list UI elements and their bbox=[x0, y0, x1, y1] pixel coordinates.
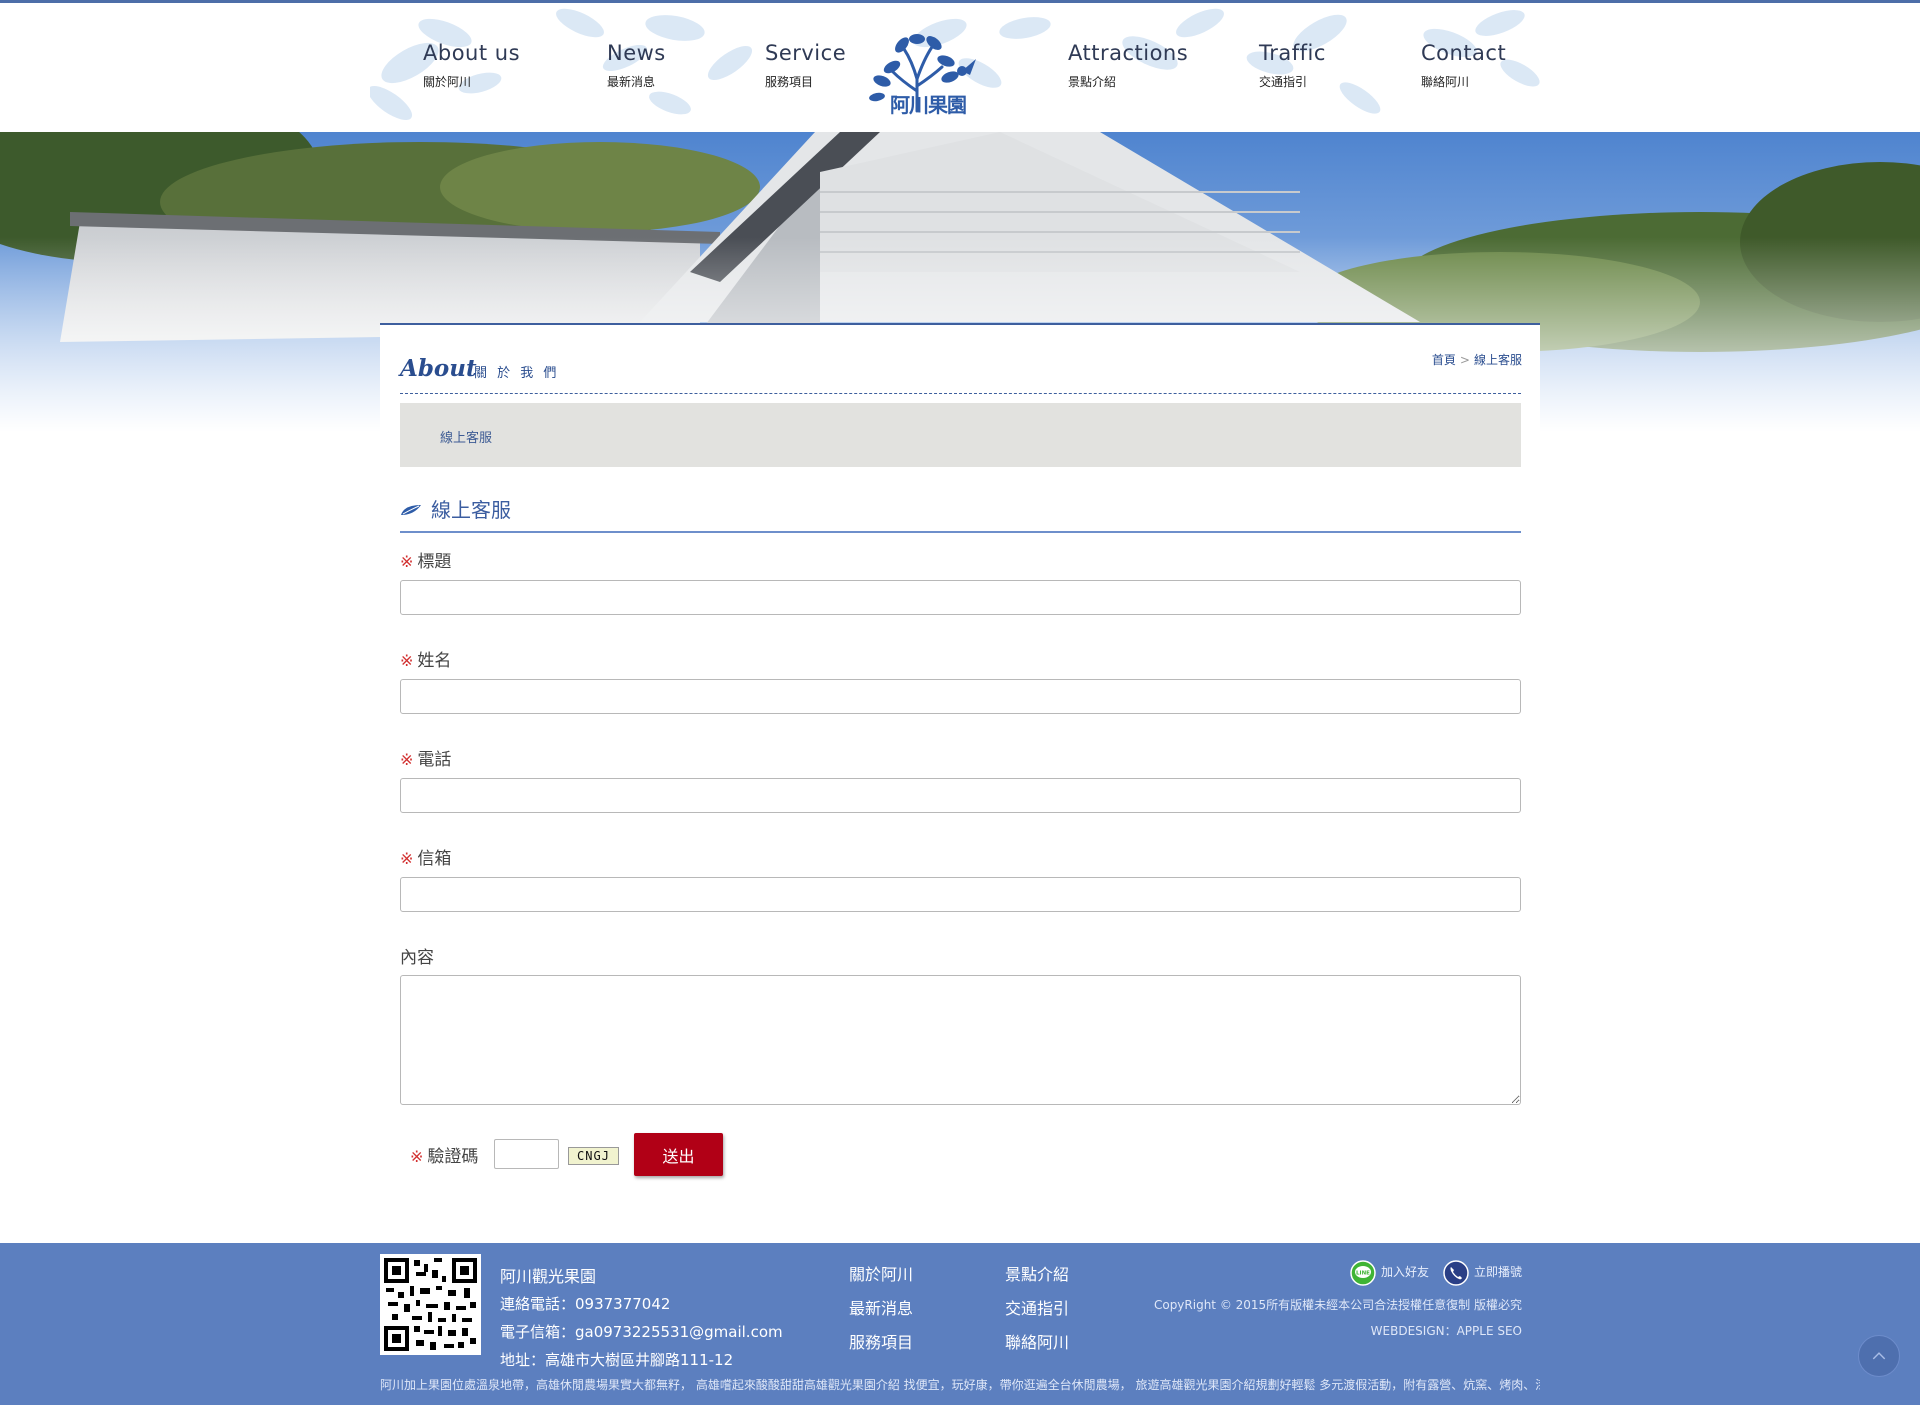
logo-text: 阿川果園 bbox=[890, 93, 967, 117]
email-label-text: 信箱 bbox=[417, 849, 452, 869]
webdesign-credit: WEBDESIGN：APPLE SEO bbox=[1370, 1324, 1522, 1338]
breadcrumb-current[interactable]: 線上客服 bbox=[1474, 353, 1522, 367]
captcha-input[interactable] bbox=[494, 1139, 559, 1169]
name-field-label: ※ 姓名 bbox=[400, 646, 451, 671]
captcha-row: ※ 驗證碼 CNGJ 送出 bbox=[410, 1133, 910, 1177]
nav-attractions-zh: 景點介紹 bbox=[1068, 75, 1117, 89]
nav-about-zh: 關於阿川 bbox=[423, 75, 472, 89]
leaf-icon bbox=[401, 505, 421, 515]
dashed-divider bbox=[400, 393, 1521, 394]
phone-label-text: 電話 bbox=[417, 750, 452, 770]
required-mark: ※ bbox=[410, 1147, 424, 1166]
nav-contact[interactable]: Contact 聯絡阿川 bbox=[1421, 41, 1561, 90]
footer-email: 電子信箱：ga0973225531@gmail.com bbox=[500, 1323, 783, 1341]
footer-marquee-text: 阿川加上果園位處溫泉地帶，高雄休閒農場果實大都無籽， 高雄嚐起來酸酸甜甜高雄觀光… bbox=[380, 1378, 1540, 1392]
breadcrumb: 首頁 > 線上客服 bbox=[1432, 351, 1522, 368]
captcha-image[interactable]: CNGJ bbox=[568, 1147, 619, 1165]
nav-traffic-en: Traffic bbox=[1259, 41, 1326, 65]
required-mark: ※ bbox=[400, 750, 414, 769]
call-now-label[interactable]: 立即播號 bbox=[1474, 1263, 1522, 1280]
nav-traffic-zh: 交通指引 bbox=[1259, 75, 1308, 89]
copyright-text: CopyRight © 2015所有版權未經本公司合法授權任意復制 版權必究 bbox=[1153, 1298, 1522, 1312]
footer-company-name: 阿川觀光果園 bbox=[500, 1267, 597, 1286]
name-label-text: 姓名 bbox=[417, 651, 452, 671]
nav-attractions-en: Attractions bbox=[1068, 41, 1189, 65]
section-title-en: About bbox=[400, 355, 477, 382]
breadcrumb-home[interactable]: 首頁 bbox=[1432, 353, 1456, 367]
section-title-zh: 關 於 我 們 bbox=[474, 366, 560, 381]
nav-contact-en: Contact bbox=[1421, 41, 1507, 65]
line-icon[interactable]: LINE bbox=[1350, 1260, 1376, 1286]
captcha-label-text: 驗證碼 bbox=[427, 1147, 479, 1167]
nav-about-en: About us bbox=[423, 41, 521, 65]
footer-link-contact[interactable]: 聯絡阿川 bbox=[1005, 1329, 1069, 1353]
phone-field-label: ※ 電話 bbox=[400, 745, 451, 770]
footer-address: 地址：高雄市大樹區井腳路111-12 bbox=[500, 1351, 734, 1369]
breadcrumb-separator: > bbox=[1459, 353, 1470, 367]
phone-input[interactable] bbox=[400, 778, 1521, 813]
content-panel: About 關 於 我 們 首頁 > 線上客服 線上客服 線上客服 ※ 標題 ※ 姓名 … bbox=[380, 323, 1540, 1243]
footer-link-about[interactable]: 關於阿川 bbox=[849, 1261, 913, 1285]
title-label-text: 標題 bbox=[417, 552, 452, 572]
nav-news-zh: 最新消息 bbox=[607, 75, 656, 89]
subnav-item-online-service[interactable]: 線上客服 bbox=[440, 427, 492, 446]
email-field-label: ※ 信箱 bbox=[400, 844, 451, 869]
footer-link-traffic[interactable]: 交通指引 bbox=[1005, 1295, 1069, 1319]
back-to-top-button[interactable] bbox=[1858, 1335, 1900, 1377]
footer-link-news[interactable]: 最新消息 bbox=[849, 1295, 913, 1319]
footer-link-service[interactable]: 服務項目 bbox=[849, 1329, 913, 1353]
submit-button[interactable]: 送出 bbox=[634, 1133, 723, 1176]
content-textarea[interactable] bbox=[400, 975, 1521, 1105]
required-mark: ※ bbox=[400, 849, 414, 868]
required-mark: ※ bbox=[400, 651, 414, 670]
site-header: About us 關於阿川 News 最新消息 Service 服務項目 阿川果… bbox=[0, 3, 1920, 132]
line-add-friend-label[interactable]: 加入好友 bbox=[1381, 1263, 1429, 1280]
form-heading: 線上客服 bbox=[400, 491, 1521, 533]
nav-traffic[interactable]: Traffic 交通指引 bbox=[1259, 41, 1399, 90]
content-field-label: 內容 bbox=[400, 948, 434, 968]
site-footer: 阿川觀光果園 連絡電話：0937377042 電子信箱：ga0973225531… bbox=[0, 1243, 1920, 1405]
nav-contact-zh: 聯絡阿川 bbox=[1421, 75, 1470, 89]
captcha-label: ※ 驗證碼 bbox=[410, 1142, 478, 1167]
footer-link-attractions[interactable]: 景點介紹 bbox=[1005, 1261, 1069, 1285]
qr-code bbox=[380, 1254, 481, 1355]
phone-icon[interactable] bbox=[1443, 1260, 1469, 1286]
nav-news-en: News bbox=[607, 41, 666, 65]
sub-navigation: 線上客服 bbox=[400, 403, 1521, 467]
nav-attractions[interactable]: Attractions 景點介紹 bbox=[1068, 41, 1208, 90]
form-title: 線上客服 bbox=[431, 498, 511, 522]
title-input[interactable] bbox=[400, 580, 1521, 615]
name-input[interactable] bbox=[400, 679, 1521, 714]
nav-about[interactable]: About us 關於阿川 bbox=[423, 41, 563, 90]
svg-text:LINE: LINE bbox=[1356, 1271, 1370, 1277]
nav-news[interactable]: News 最新消息 bbox=[607, 41, 747, 90]
footer-phone: 連絡電話：0937377042 bbox=[500, 1295, 671, 1313]
required-mark: ※ bbox=[400, 552, 414, 571]
title-field-label: ※ 標題 bbox=[400, 547, 451, 572]
email-input[interactable] bbox=[400, 877, 1521, 912]
